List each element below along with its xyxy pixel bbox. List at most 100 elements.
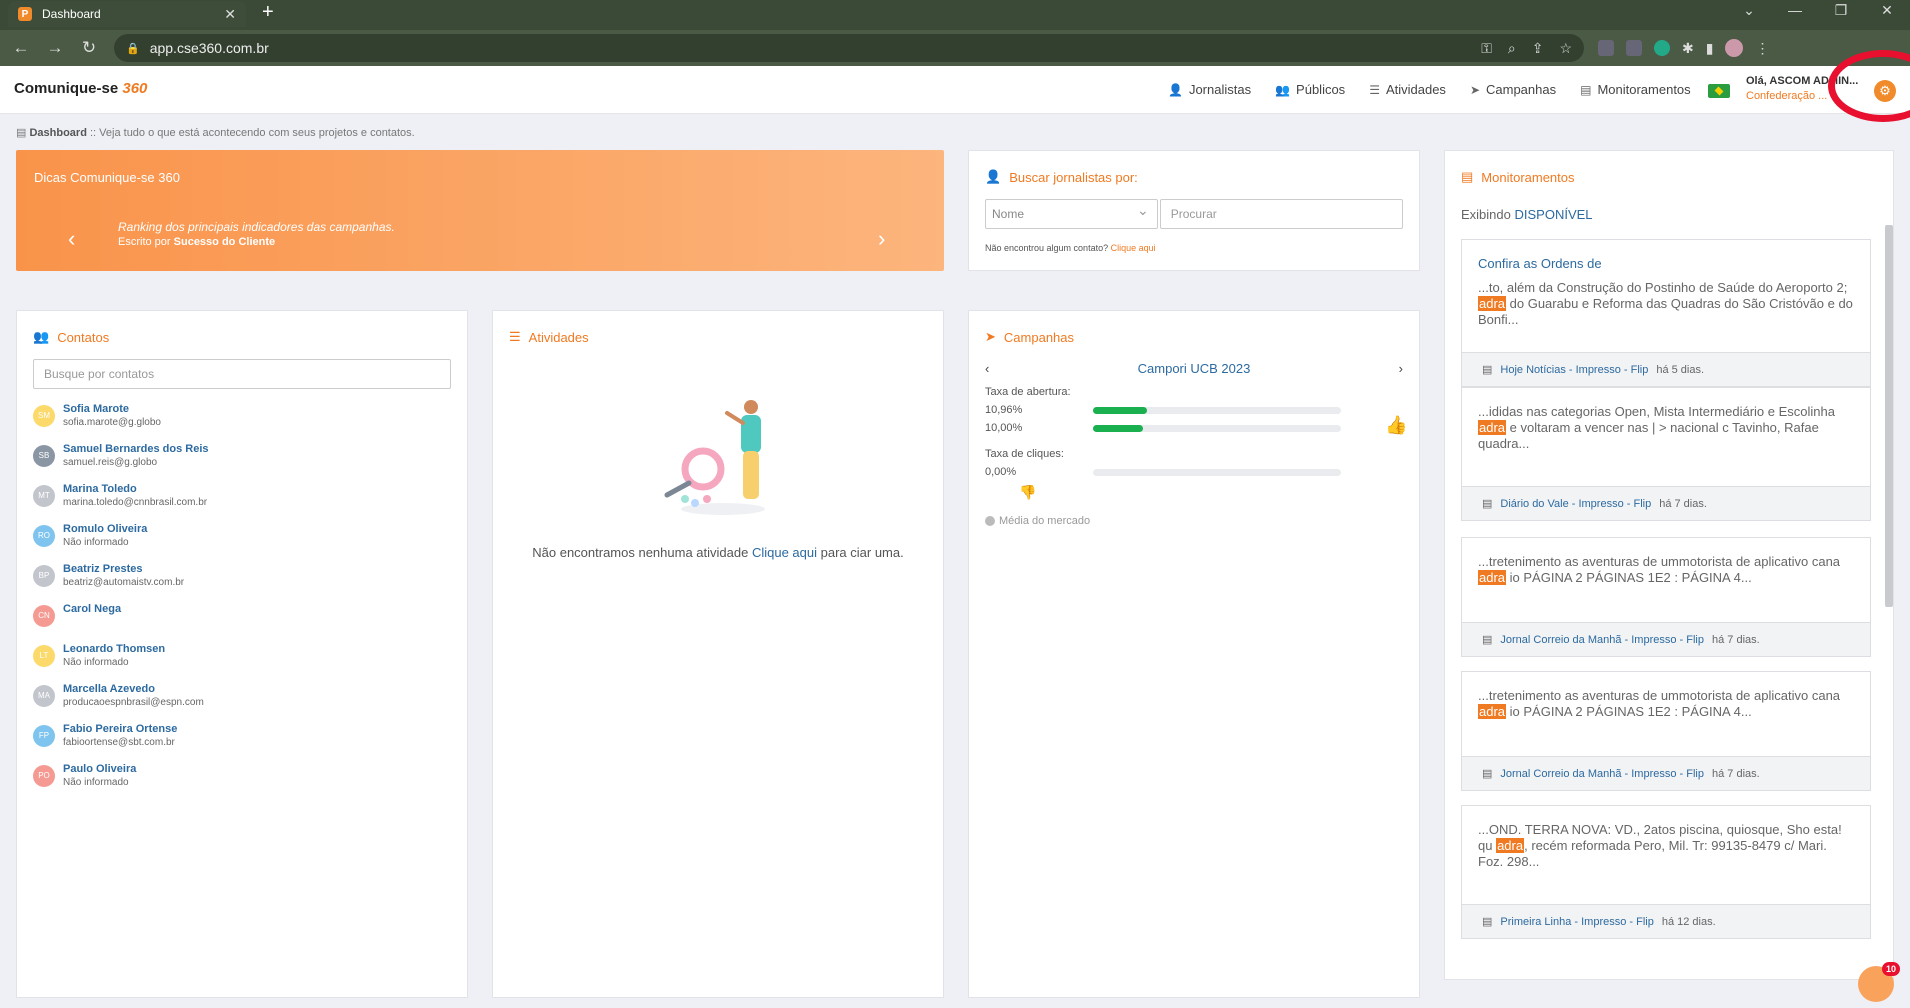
contact-name[interactable]: Beatriz Prestes (63, 563, 184, 575)
profile-avatar[interactable] (1725, 39, 1744, 57)
monitoring-source[interactable]: Hoje Notícias - Impresso - Flip (1500, 364, 1648, 376)
contact-name[interactable]: Romulo Oliveira (63, 523, 147, 535)
contact-name[interactable]: Leonardo Thomsen (63, 643, 165, 655)
contact-name[interactable]: Samuel Bernardes dos Reis (63, 443, 209, 455)
contact-row[interactable]: RO Romulo Oliveira Não informado (33, 523, 451, 563)
monitoring-item[interactable]: ...tretenimento as aventuras de ummotori… (1461, 537, 1871, 657)
address-bar-row: ← → ↻ 🔒 app.cse360.com.br ⚿ ⌕ ⇪ ☆ ✱ ▮ ⋮ (0, 30, 1910, 66)
contact-name[interactable]: Sofia Marote (63, 403, 161, 415)
close-window-button[interactable]: ✕ (1864, 0, 1910, 20)
share-icon[interactable]: ⇪ (1532, 40, 1544, 57)
contacts-search-input[interactable]: Busque por contatos (33, 359, 451, 389)
tips-text[interactable]: Ranking dos principais indicadores das c… (118, 220, 395, 234)
contact-detail: marina.toledo@cnnbrasil.com.br (63, 497, 208, 508)
browser-tab[interactable]: P Dashboard ✕ (8, 1, 246, 27)
contact-row[interactable]: SM Sofia Marote sofia.marote@g.globo (33, 403, 451, 443)
chevron-left-icon[interactable]: ‹ (68, 226, 75, 252)
brazil-flag-icon[interactable] (1708, 84, 1730, 98)
avatar: FP (33, 725, 55, 747)
scrollbar[interactable] (1885, 225, 1893, 607)
menu-item-atividades[interactable]: ☰ Atividades (1369, 82, 1446, 97)
close-tab-icon[interactable]: ✕ (224, 6, 236, 23)
contact-row[interactable]: BP Beatriz Prestes beatriz@automaistv.co… (33, 563, 451, 603)
search-field-select[interactable]: Nome (985, 199, 1158, 229)
contact-row[interactable]: MA Marcella Azevedo producaoespnbrasil@e… (33, 683, 451, 723)
contact-name[interactable]: Paulo Oliveira (63, 763, 136, 775)
contact-name[interactable]: Marina Toledo (63, 483, 207, 495)
campaigns-title-text: Campanhas (1003, 329, 1075, 345)
contact-row[interactable]: PO Paulo Oliveira Não informado (33, 763, 451, 803)
extension-dollar-icon[interactable] (1654, 40, 1670, 56)
monitoring-source[interactable]: Diário do Vale - Impresso - Flip (1500, 498, 1651, 510)
rate-row: 0,00% (985, 466, 1403, 478)
contact-row[interactable]: MT Marina Toledo marina.toledo@cnnbrasil… (33, 483, 451, 523)
avatar: LT (33, 645, 55, 667)
campaign-name[interactable]: Campori UCB 2023 (1138, 361, 1251, 376)
extension-icon[interactable] (1598, 40, 1614, 56)
showing-value[interactable]: DISPONÍVEL (1515, 207, 1593, 222)
breadcrumb-page: Dashboard (29, 127, 87, 139)
market-dot-icon (985, 516, 995, 526)
monitoring-item[interactable]: Confira as Ordens de ...to, além da Cons… (1461, 239, 1871, 387)
monitoring-item[interactable]: ...OND. TERRA NOVA: VD., 2atos piscina, … (1461, 805, 1871, 939)
bookmark-star-icon[interactable]: ☆ (1559, 40, 1572, 57)
list-icon: ☰ (509, 329, 521, 344)
rate-row: 10,00% (985, 422, 1403, 434)
monitoring-item[interactable]: ...ididas nas categorias Open, Mista Int… (1461, 387, 1871, 521)
avatar: SM (33, 405, 55, 427)
settings-gear-icon[interactable]: ⚙ (1874, 80, 1896, 102)
zoom-icon[interactable]: ⌕ (1508, 40, 1516, 57)
back-icon[interactable]: ← (8, 38, 34, 58)
menu-item-jornalistas[interactable]: 👤 Jornalistas (1168, 82, 1251, 97)
create-activity-link[interactable]: Clique aqui (752, 545, 817, 560)
kebab-menu-icon[interactable]: ⋮ (1755, 40, 1769, 57)
campaigns-card: ➤ Campanhas ‹ Campori UCB 2023 › Taxa de … (968, 310, 1420, 998)
extension-m-icon[interactable] (1626, 40, 1642, 56)
contact-row[interactable]: CN Carol Nega (33, 603, 451, 643)
side-panel-icon[interactable]: ▮ (1706, 40, 1714, 57)
chevron-right-icon[interactable]: › (878, 226, 885, 252)
app-header: Comunique-se 360 👤 Jornalistas 👥 Públicos … (0, 66, 1910, 114)
menu-item-publicos[interactable]: 👥 Públicos (1275, 82, 1345, 97)
menu-label: Atividades (1385, 82, 1446, 97)
lock-icon[interactable]: 🔒 (126, 42, 140, 55)
newspaper-icon: ▤ (1482, 634, 1493, 646)
monitoring-item[interactable]: ...tretenimento as aventuras de ummotori… (1461, 671, 1871, 791)
chevron-down-icon[interactable]: ⌄ (1726, 0, 1772, 20)
user-info[interactable]: Olá, ASCOM ADMIN... Confederação ... (1746, 74, 1858, 104)
contact-row[interactable]: SB Samuel Bernardes dos Reis samuel.reis… (33, 443, 451, 483)
contact-name[interactable]: Marcella Azevedo (63, 683, 204, 695)
chevron-right-icon[interactable]: › (1399, 361, 1403, 376)
key-icon[interactable]: ⚿ (1481, 40, 1492, 57)
new-tab-button[interactable]: + (262, 0, 274, 24)
menu-item-campanhas[interactable]: ➤ Campanhas (1470, 82, 1556, 97)
not-found-link[interactable]: Clique aqui (1111, 243, 1156, 253)
breadcrumb-icon: ▤ (16, 127, 27, 139)
monitoring-source[interactable]: Jornal Correio da Manhã - Impresso - Fli… (1500, 634, 1704, 646)
contact-name[interactable]: Fabio Pereira Ortense (63, 723, 177, 735)
rate-bar-fill (1093, 406, 1148, 414)
menu-item-monitoramentos[interactable]: ▤ Monitoramentos (1580, 82, 1691, 97)
chat-button[interactable]: 10 (1858, 962, 1900, 1002)
newspaper-icon: ▤ (1482, 364, 1493, 376)
contact-row[interactable]: FP Fabio Pereira Ortense fabioortense@sb… (33, 723, 451, 763)
thumbs-down-icon: 👎 (1019, 484, 1037, 500)
search-input[interactable]: Procurar (1159, 199, 1403, 229)
logo[interactable]: Comunique-se 360 (14, 80, 147, 97)
restore-button[interactable]: ❐ (1818, 0, 1864, 20)
contact-name[interactable]: Carol Nega (63, 603, 121, 615)
monitoring-source[interactable]: Jornal Correio da Manhã - Impresso - Fli… (1500, 768, 1704, 780)
reload-icon[interactable]: ↻ (76, 38, 102, 58)
puzzle-icon[interactable]: ✱ (1682, 40, 1694, 57)
url-bar[interactable]: 🔒 app.cse360.com.br ⚿ ⌕ ⇪ ☆ (114, 34, 1584, 62)
monitoring-source[interactable]: Primeira Linha - Impresso - Flip (1500, 916, 1653, 928)
contact-row[interactable]: LT Leonardo Thomsen Não informado (33, 643, 451, 683)
users-icon: 👥 (33, 329, 50, 344)
menu-label: Monitoramentos (1597, 82, 1691, 97)
market-label: Média do mercado (999, 515, 1091, 527)
forward-icon[interactable]: → (42, 38, 68, 58)
open-rate-rows: 10,96% 10,00% (985, 404, 1403, 434)
chevron-left-icon[interactable]: ‹ (985, 361, 989, 376)
monitoring-item-title[interactable]: Confira as Ordens de (1478, 256, 1854, 272)
minimize-button[interactable]: — (1772, 0, 1818, 20)
